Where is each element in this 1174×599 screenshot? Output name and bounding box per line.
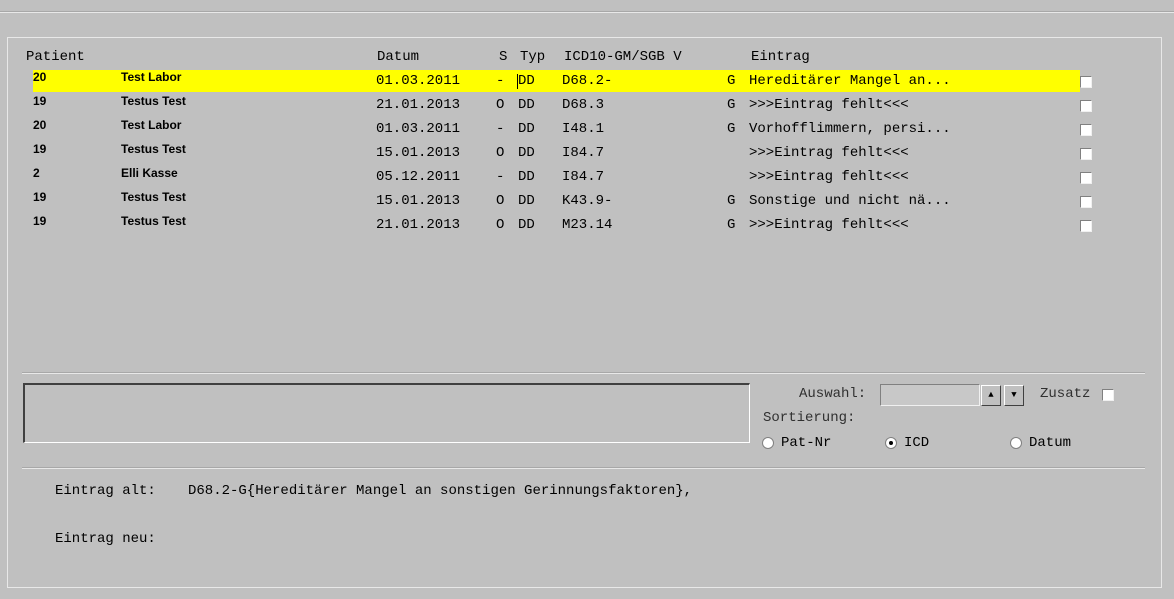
table-row[interactable]: 19 Testus Test 15.01.2013 O DD K43.9- G Sonstig… <box>33 190 1080 212</box>
row-cell-name: Testus Test <box>121 190 186 204</box>
row-cell-icd: D68.3 <box>562 97 605 113</box>
row-cell-eintrag: >>>Eintrag fehlt<<< <box>749 169 909 185</box>
row-cell-s: O <box>496 217 505 233</box>
row-cell-eintrag: Hereditärer Mangel an... <box>749 73 951 89</box>
row-cell-name: Elli Kasse <box>121 166 178 180</box>
row-cell-name: Testus Test <box>121 94 186 108</box>
row-checkbox[interactable] <box>1080 196 1092 208</box>
row-cell-datum: 21.01.2013 <box>376 97 461 113</box>
sort-label-icd[interactable]: ICD <box>904 435 929 451</box>
column-header-icd[interactable]: ICD10-GM/SGB V <box>564 49 682 65</box>
table-row[interactable]: 19 Testus Test 15.01.2013 O DD I84.7 >>>Eintra… <box>33 142 1080 164</box>
row-cell-icd: K43.9- <box>562 193 613 209</box>
radio-selected-dot <box>889 441 893 445</box>
row-cell-nr: 19 <box>33 142 47 156</box>
row-cell-typ: DD <box>518 73 535 89</box>
row-cell-g: G <box>727 193 736 209</box>
eintrag-alt-value: D68.2-G{Hereditärer Mangel an sonstigen … <box>188 483 693 499</box>
row-cell-datum: 01.03.2011 <box>376 73 461 89</box>
row-cell-typ: DD <box>518 121 535 137</box>
row-checkbox[interactable] <box>1080 76 1092 88</box>
detail-textbox[interactable] <box>23 383 750 443</box>
row-cell-datum: 21.01.2013 <box>376 217 461 233</box>
eintrag-neu-label: Eintrag neu: <box>55 531 156 547</box>
row-cell-nr: 20 <box>33 118 47 132</box>
row-cell-eintrag: >>>Eintrag fehlt<<< <box>749 145 909 161</box>
table-row[interactable]: 19 Testus Test 21.01.2013 O DD D68.3 G >>>Eintr… <box>33 94 1080 116</box>
sort-label-datum[interactable]: Datum <box>1029 435 1071 451</box>
row-cell-typ: DD <box>518 97 535 113</box>
row-cell-datum: 05.12.2011 <box>376 169 461 185</box>
row-checkbox[interactable] <box>1080 100 1092 112</box>
row-cell-nr: 19 <box>33 214 47 228</box>
row-cell-s: - <box>496 169 505 185</box>
row-checkbox[interactable] <box>1080 124 1092 136</box>
row-cell-g: G <box>727 97 736 113</box>
row-cell-g: G <box>727 121 736 137</box>
row-cell-name: Test Labor <box>121 118 182 132</box>
spin-down-button[interactable]: ▼ <box>1004 385 1024 406</box>
row-cell-g: G <box>727 217 736 233</box>
row-cell-eintrag: >>>Eintrag fehlt<<< <box>749 217 909 233</box>
sort-radio-pat-nr[interactable] <box>762 437 774 449</box>
row-cell-datum: 15.01.2013 <box>376 145 461 161</box>
row-cell-typ: DD <box>518 169 535 185</box>
table-row[interactable]: 20 Test Labor 01.03.2011 - DD I48.1 G Vorhoffli… <box>33 118 1080 140</box>
row-cell-nr: 20 <box>33 70 47 84</box>
row-cell-g: G <box>727 73 736 89</box>
row-cell-nr: 19 <box>33 94 47 108</box>
row-cell-name: Testus Test <box>121 214 186 228</box>
text-cursor <box>517 74 518 89</box>
row-cell-typ: DD <box>518 217 535 233</box>
row-cell-datum: 01.03.2011 <box>376 121 461 137</box>
row-checkbox[interactable] <box>1080 148 1092 160</box>
table-row[interactable]: 2 Elli Kasse 05.12.2011 - DD I84.7 >>>Eintrag … <box>33 166 1080 188</box>
column-header-patient[interactable]: Patient <box>26 49 85 65</box>
sortierung-label: Sortierung: <box>763 410 856 426</box>
row-cell-typ: DD <box>518 193 535 209</box>
row-cell-datum: 15.01.2013 <box>376 193 461 209</box>
row-cell-eintrag: Sonstige und nicht nä... <box>749 193 951 209</box>
spin-up-button[interactable]: ▲ <box>981 385 1001 406</box>
column-header-eintrag[interactable]: Eintrag <box>751 49 810 65</box>
row-cell-typ: DD <box>518 145 535 161</box>
table-row[interactable]: 20 Test Labor 01.03.2011 - DD D68.2- G Hereditä… <box>33 70 1080 92</box>
table-row[interactable]: 19 Testus Test 21.01.2013 O DD M23.14 G >>>Eint… <box>33 214 1080 236</box>
row-checkbox[interactable] <box>1080 172 1092 184</box>
row-cell-s: O <box>496 145 505 161</box>
lower-separator <box>22 467 1145 469</box>
row-cell-icd: I84.7 <box>562 145 605 161</box>
row-cell-s: - <box>496 121 505 137</box>
column-header-datum[interactable]: Datum <box>377 49 419 65</box>
row-checkbox[interactable] <box>1080 220 1092 232</box>
row-cell-eintrag: >>>Eintrag fehlt<<< <box>749 97 909 113</box>
row-cell-icd: D68.2- <box>562 73 613 89</box>
row-cell-eintrag: Vorhofflimmern, persi... <box>749 121 951 137</box>
row-cell-s: O <box>496 193 505 209</box>
row-cell-s: O <box>496 97 505 113</box>
row-cell-name: Testus Test <box>121 142 186 156</box>
row-cell-s: - <box>496 73 505 89</box>
top-separator <box>0 11 1174 13</box>
sort-radio-datum[interactable] <box>1010 437 1022 449</box>
zusatz-label: Zusatz <box>1040 386 1091 402</box>
zusatz-checkbox[interactable] <box>1102 389 1114 401</box>
eintrag-alt-label: Eintrag alt: <box>55 483 156 499</box>
sort-label-pat-nr[interactable]: Pat-Nr <box>781 435 831 451</box>
row-cell-name: Test Labor <box>121 70 182 84</box>
row-cell-icd: I48.1 <box>562 121 605 137</box>
row-cell-icd: M23.14 <box>562 217 613 233</box>
column-header-s[interactable]: S <box>499 49 507 65</box>
sort-radio-icd[interactable] <box>885 437 897 449</box>
row-cell-nr: 2 <box>33 166 40 180</box>
column-header-typ[interactable]: Typ <box>520 49 545 65</box>
row-cell-icd: I84.7 <box>562 169 605 185</box>
middle-separator <box>22 372 1145 374</box>
row-cell-nr: 19 <box>33 190 47 204</box>
auswahl-input[interactable] <box>880 384 980 406</box>
auswahl-label: Auswahl: <box>799 386 867 402</box>
